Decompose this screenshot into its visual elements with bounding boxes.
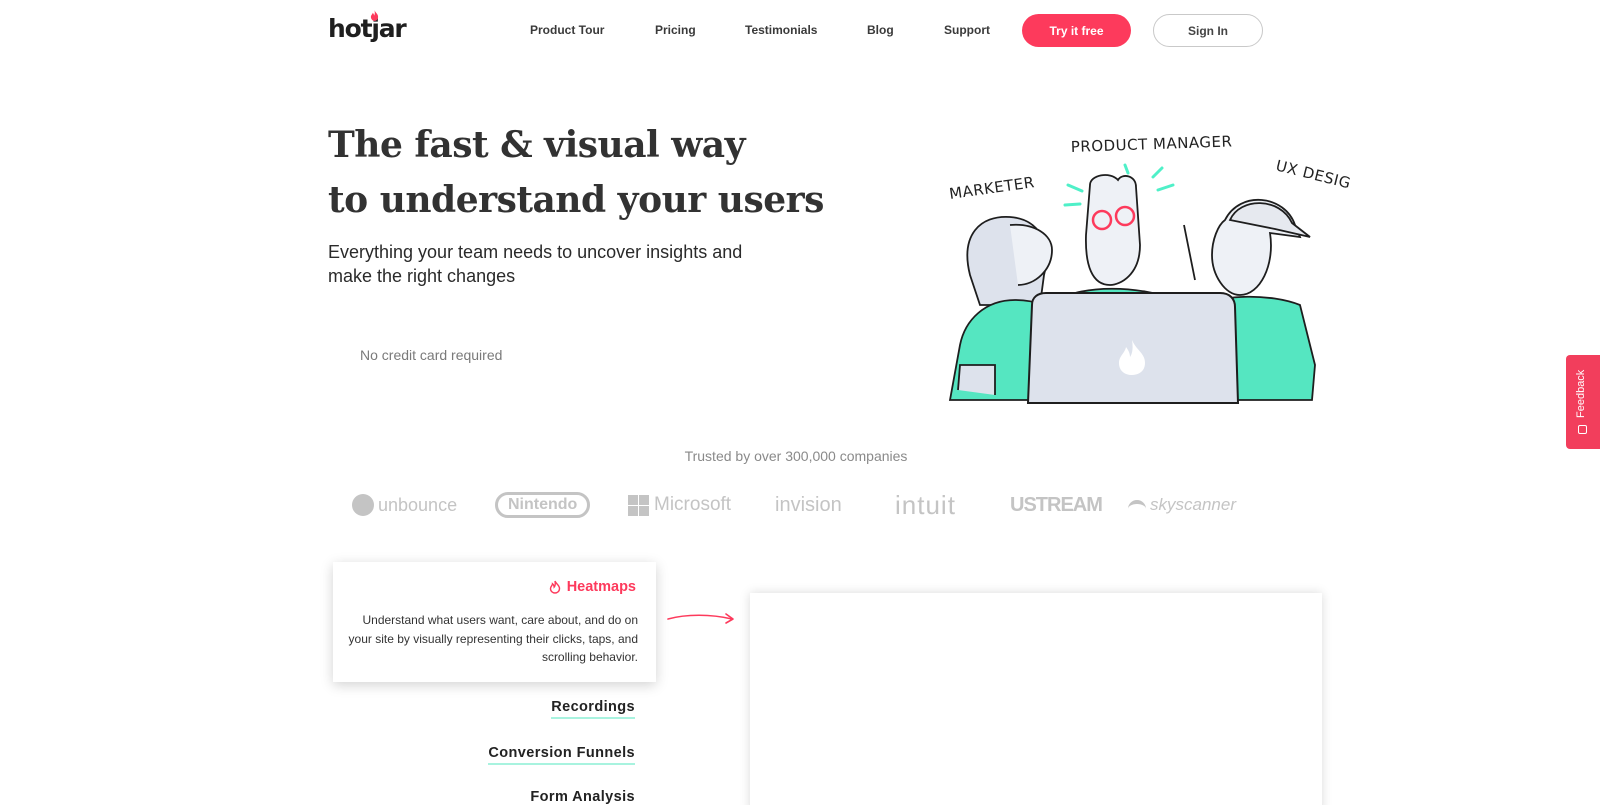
brand-ustream-label: USTREAM — [1010, 493, 1103, 516]
feature-title-heatmaps-label: Heatmaps — [566, 579, 636, 595]
feature-title-heatmaps: Heatmaps — [549, 579, 636, 595]
nav-product-tour[interactable]: Product Tour — [530, 23, 604, 37]
feature-tab-conversion-funnels[interactable]: Conversion Funnels — [488, 745, 635, 765]
nav-support[interactable]: Support — [944, 23, 990, 37]
hero-subtitle: Everything your team needs to uncover in… — [328, 242, 743, 286]
flame-icon — [370, 10, 379, 21]
hero-title-line1: The fast & visual way — [328, 124, 745, 166]
role-product-manager-label: PRODUCT MANAGER — [1071, 132, 1233, 156]
feedback-icon — [1578, 425, 1587, 434]
customer-logos: unbounce Nintendo Microsoft invision int… — [350, 485, 1250, 525]
brand-skyscanner-label: skyscanner — [1150, 495, 1236, 514]
feedback-label: Feedback — [1575, 369, 1587, 418]
brand-intuit: intuit — [895, 485, 956, 525]
nav-blog[interactable]: Blog — [867, 23, 894, 37]
brand-unbounce: unbounce — [352, 485, 457, 525]
trusted-by-text: Trusted by over 300,000 companies — [684, 448, 908, 464]
brand-ustream: USTREAM — [1010, 485, 1103, 525]
hero-title-prefix: to — [328, 179, 380, 221]
hotjar-logo[interactable]: hotjar — [328, 10, 407, 43]
hero-title-line2: to understand your users — [328, 173, 848, 228]
skyscanner-icon — [1128, 500, 1146, 510]
brand-microsoft: Microsoft — [628, 485, 731, 525]
hero-title-highlight: understand your users — [380, 173, 825, 228]
arrow-right-icon — [667, 613, 734, 624]
microsoft-icon — [628, 494, 649, 516]
brand-nintendo-label: Nintendo — [495, 492, 591, 518]
brand-invision-label: invision — [775, 493, 842, 516]
flame-outline-icon — [549, 580, 560, 594]
brand-unbounce-label: unbounce — [378, 494, 458, 515]
feature-tab-form-analysis[interactable]: Form Analysis — [530, 789, 635, 805]
feature-desc-heatmaps: Understand what users want, care about, … — [348, 613, 638, 664]
brand-skyscanner: skyscanner — [1128, 485, 1236, 525]
try-it-free-button[interactable]: Try it free — [1022, 14, 1131, 47]
feedback-tab[interactable]: Feedback — [1566, 355, 1600, 449]
role-marketer-label: MARKETER — [948, 173, 1036, 203]
brand-microsoft-label: Microsoft — [654, 494, 732, 515]
feature-card-heatmaps[interactable]: Heatmaps Understand what users want, car… — [333, 562, 656, 682]
feature-preview-panel — [750, 593, 1322, 805]
brand-invision: invision — [775, 485, 842, 525]
no-credit-card-note: No credit card required — [360, 347, 503, 363]
role-ux-designer-label: UX DESIGNER — [1274, 156, 1350, 200]
brand-intuit-label: intuit — [895, 489, 956, 520]
logo-text: hotjar — [328, 14, 407, 43]
team-illustration: MARKETER PRODUCT MANAGER UX DESIGNER — [948, 132, 1350, 404]
nav-testimonials[interactable]: Testimonials — [745, 23, 817, 37]
sign-in-button[interactable]: Sign In — [1153, 14, 1263, 47]
hero-title: The fast & visual way to understand your… — [328, 118, 848, 228]
nav-pricing[interactable]: Pricing — [655, 23, 696, 37]
unbounce-icon — [352, 494, 374, 516]
laptop — [1026, 292, 1240, 404]
brand-nintendo: Nintendo — [495, 485, 591, 525]
feature-tab-recordings[interactable]: Recordings — [551, 699, 635, 719]
